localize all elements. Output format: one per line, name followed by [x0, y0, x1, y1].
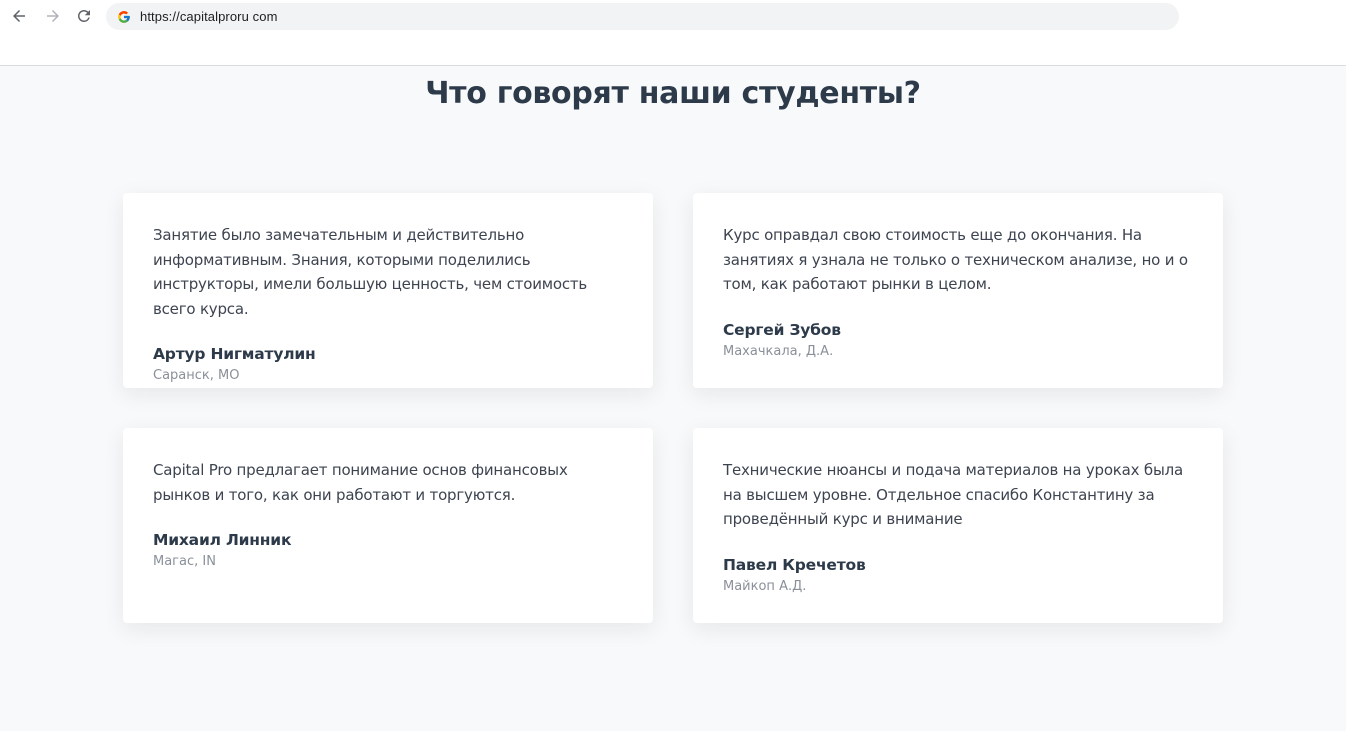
arrow-left-icon [13, 10, 25, 22]
testimonial-quote: Технические нюансы и подача материалов н… [723, 461, 1183, 528]
testimonial-quote: Курс оправдал свою стоимость еще до окон… [723, 226, 1188, 293]
testimonial-author: Артур Нигматулин [153, 345, 316, 363]
back-button[interactable] [8, 5, 30, 27]
address-bar[interactable]: https://capitalproru com [106, 3, 1179, 30]
forward-button[interactable] [42, 5, 64, 27]
testimonial-card: Технические нюансы и подача материалов н… [693, 428, 1223, 623]
testimonial-author: Михаил Линник [153, 531, 292, 549]
testimonial-location: Саранск, МО [153, 368, 240, 383]
reload-icon [78, 9, 90, 22]
testimonial-quote: Capital Pro предлагает понимание основ ф… [153, 461, 568, 504]
testimonial-quote: Занятие было замечательным и действитель… [153, 226, 588, 318]
testimonial-card: Занятие было замечательным и действитель… [123, 193, 653, 388]
browser-toolbar: https://capitalproru com [0, 0, 1346, 66]
testimonial-author: Сергей Зубов [723, 320, 841, 339]
reload-button[interactable] [73, 5, 95, 27]
testimonial-card: Курс оправдал свою стоимость еще до окон… [693, 193, 1223, 388]
arrow-right-icon [47, 10, 59, 22]
testimonial-card: Capital Pro предлагает понимание основ ф… [123, 428, 653, 623]
testimonial-location: Майкоп А.Д. [723, 578, 807, 594]
testimonial-location: Магас, IN [153, 554, 216, 569]
testimonial-author: Павел Кречетов [723, 555, 866, 574]
testimonial-location: Махачкала, Д.А. [723, 343, 834, 359]
google-g-icon [116, 9, 132, 25]
url-text[interactable]: https://capitalproru com [140, 9, 278, 24]
section-title: Что говорят наши студенты? [425, 76, 921, 111]
